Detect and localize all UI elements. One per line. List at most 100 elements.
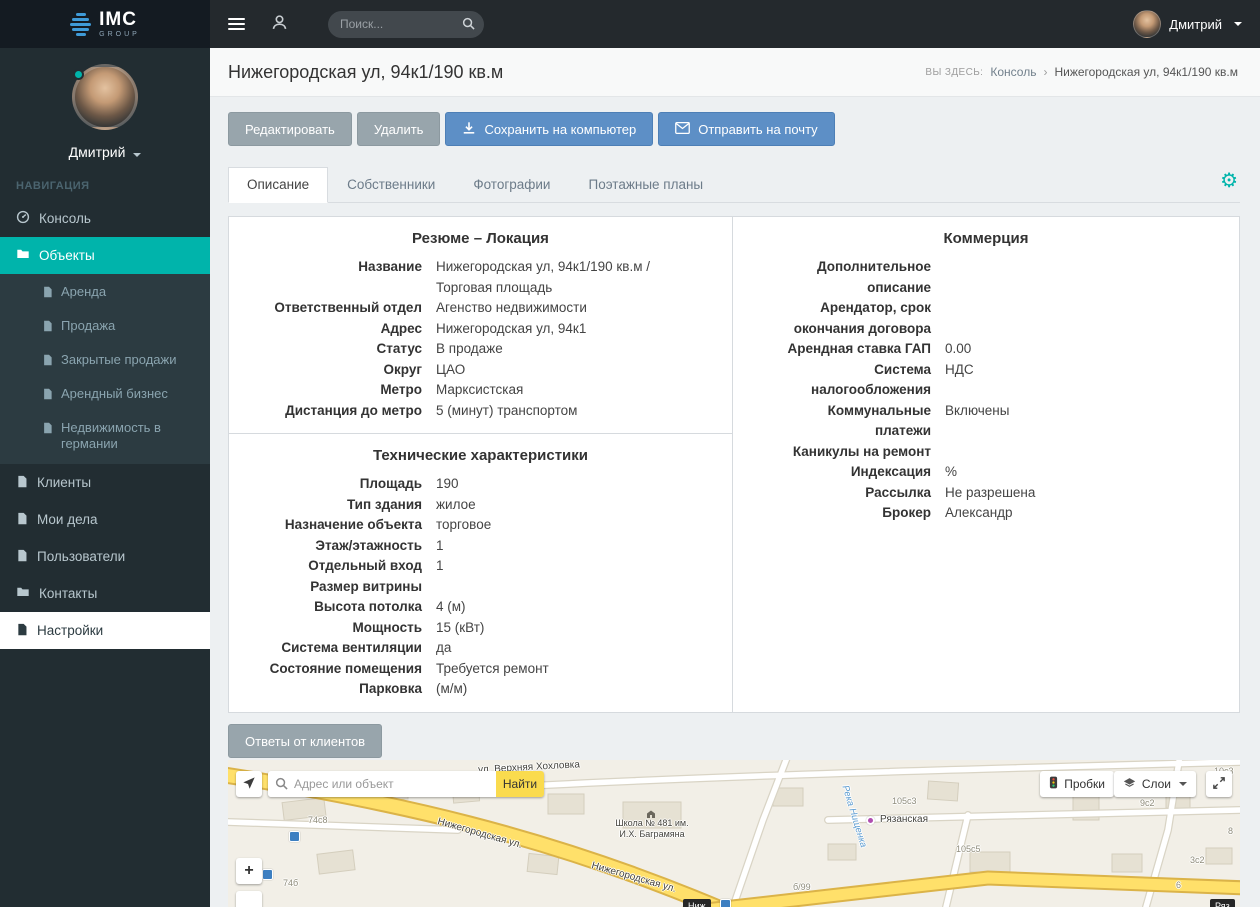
info-row: Арендатор, срок окончания договора xyxy=(733,298,1239,339)
nav-heading: НАВИГАЦИЯ xyxy=(16,180,90,192)
delete-button[interactable]: Удалить xyxy=(356,112,441,146)
field-value: торговое xyxy=(436,517,492,532)
breadcrumb-prefix: ВЫ ЗДЕСЬ: xyxy=(925,66,984,78)
sidebar-item-label: Мои дела xyxy=(37,512,98,527)
field-value: 15 (кВт) xyxy=(436,619,485,635)
search-input[interactable] xyxy=(328,10,484,38)
app-logo[interactable]: IMC GROUP xyxy=(0,0,210,48)
ruler-button[interactable] xyxy=(236,891,262,907)
sidebar-item-rent[interactable]: Аренда xyxy=(0,276,210,310)
sidebar-item-label: Аренда xyxy=(61,284,107,299)
fullscreen-button[interactable] xyxy=(1206,771,1232,797)
sidebar-item-closed-sales[interactable]: Закрытые продажи xyxy=(0,344,210,378)
sidebar-item-label: Недвижимость в германии xyxy=(61,420,161,451)
details-left-column: Резюме – Локация Название Нижегородская … xyxy=(228,216,733,713)
info-row: Арендная ставка ГАП 0.00 xyxy=(733,339,1239,360)
logo-sub-text: GROUP xyxy=(99,31,140,38)
sidebar-toggle-button[interactable] xyxy=(228,15,245,33)
field-value: да xyxy=(436,640,452,655)
zoom-in-button[interactable]: + xyxy=(236,858,262,884)
gear-icon[interactable]: ⚙ xyxy=(1220,171,1238,191)
folder-icon xyxy=(16,585,30,602)
sidebar-item-settings[interactable]: Настройки xyxy=(0,612,210,649)
user-menu[interactable]: Дмитрий xyxy=(1133,10,1242,38)
tab-floor-plans[interactable]: Поэтажные планы xyxy=(569,167,722,203)
person-icon xyxy=(271,14,288,34)
field-label: Система вентиляции xyxy=(281,640,422,655)
fullscreen-icon xyxy=(1213,776,1225,792)
traffic-button[interactable]: Пробки xyxy=(1040,771,1114,797)
section-tech-specs: Технические характеристики Площадь 190 Т… xyxy=(228,433,733,713)
info-row: Каникулы на ремонт xyxy=(733,442,1239,463)
file-icon xyxy=(42,420,53,438)
house-number: 6 xyxy=(1176,880,1182,890)
save-to-computer-button[interactable]: Сохранить на компьютер xyxy=(445,112,654,146)
delete-button-label: Удалить xyxy=(373,121,424,137)
metro-station-icon xyxy=(866,816,875,825)
sidebar-nav: Консоль Объекты Аренда Продажа Закрытые … xyxy=(0,200,210,649)
logo-text: IMC GROUP xyxy=(99,10,140,38)
sidebar-item-console[interactable]: Консоль xyxy=(0,200,210,237)
client-responses-button[interactable]: Ответы от клиентов xyxy=(228,724,383,758)
sidebar-item-germany[interactable]: Недвижимость в германии xyxy=(0,412,210,460)
house-number: 8 xyxy=(1228,826,1234,836)
field-value: Нижегородская ул, 94к1 xyxy=(436,320,587,336)
sidebar-item-rent-business[interactable]: Арендный бизнес xyxy=(0,378,210,412)
breadcrumb-home-link[interactable]: Консоль xyxy=(990,65,1036,79)
sidebar-item-objects[interactable]: Объекты xyxy=(0,237,210,274)
dashboard-icon xyxy=(16,210,30,227)
transit-stop-icon xyxy=(262,869,273,880)
tab-owners[interactable]: Собственники xyxy=(328,167,454,203)
search-icon[interactable] xyxy=(462,17,475,35)
sidebar-item-my-tasks[interactable]: Мои дела xyxy=(0,501,210,538)
edit-button[interactable]: Редактировать xyxy=(228,112,352,146)
chevron-down-icon xyxy=(1179,782,1187,786)
sidebar-item-sale[interactable]: Продажа xyxy=(0,310,210,344)
section-title: Технические характеристики xyxy=(372,447,589,464)
field-value: 1 xyxy=(436,537,444,553)
search-icon xyxy=(275,777,288,795)
actions-toolbar: Редактировать Удалить Сохранить на компь… xyxy=(228,112,1240,146)
file-icon xyxy=(16,512,28,528)
metro-station-label: Рязанская xyxy=(880,814,928,825)
section-commerce: Коммерция Дополнительное описание Аренда… xyxy=(732,216,1240,713)
field-value: НДС xyxy=(945,361,974,377)
sidebar-item-contacts[interactable]: Контакты xyxy=(0,575,210,612)
field-label: Брокер xyxy=(882,505,931,520)
sidebar: Дмитрий НАВИГАЦИЯ Консоль Объекты Аренда… xyxy=(0,48,210,907)
field-label: Состояние помещения xyxy=(269,660,422,676)
map[interactable]: ул. Верхняя Хохловка Нижегородская ул. Н… xyxy=(228,760,1240,907)
online-status-dot xyxy=(73,69,84,80)
sidebar-item-clients[interactable]: Клиенты xyxy=(0,464,210,501)
send-to-email-button[interactable]: Отправить на почту xyxy=(658,112,835,146)
sidebar-user-panel: Дмитрий xyxy=(0,48,210,160)
geolocation-button[interactable] xyxy=(236,771,262,797)
user-shortcut-button[interactable] xyxy=(271,14,288,34)
breadcrumb: ВЫ ЗДЕСЬ: Консоль › Нижегородская ул, 94… xyxy=(925,65,1238,79)
field-value: жилое xyxy=(436,496,476,512)
house-number: 105с3 xyxy=(892,796,917,806)
sidebar-item-label: Продажа xyxy=(61,318,116,333)
sidebar-item-label: Арендный бизнес xyxy=(61,386,168,401)
school-label: Школа № 481 им. И.Х. Баграмяна xyxy=(615,818,689,839)
sidebar-user-menu[interactable]: Дмитрий xyxy=(0,144,210,160)
tab-description[interactable]: Описание xyxy=(228,167,329,203)
map-search-input[interactable] xyxy=(268,771,496,797)
info-row: Парковка (м/м) xyxy=(229,679,732,700)
layers-button[interactable]: Слои xyxy=(1113,771,1196,797)
map-find-button[interactable]: Найти xyxy=(496,771,544,797)
field-label: Дистанция до метро xyxy=(285,402,422,418)
field-label: Арендатор, срок окончания договора xyxy=(793,300,931,336)
info-row: Индексация % xyxy=(733,462,1239,483)
field-value: Требуется ремонт xyxy=(436,660,549,676)
info-row: Площадь 190 xyxy=(229,474,732,495)
sidebar-item-label: Клиенты xyxy=(37,475,92,490)
field-value: Не разрешена xyxy=(945,484,1036,500)
tab-photos[interactable]: Фотографии xyxy=(454,167,569,203)
field-label: Мощность xyxy=(352,619,422,635)
field-label: Размер витрины xyxy=(310,578,422,594)
field-label: Округ xyxy=(383,361,422,377)
sidebar-item-users[interactable]: Пользователи xyxy=(0,538,210,575)
info-row: Метро Марксистская xyxy=(229,380,732,401)
transit-stop-icon xyxy=(720,899,731,907)
